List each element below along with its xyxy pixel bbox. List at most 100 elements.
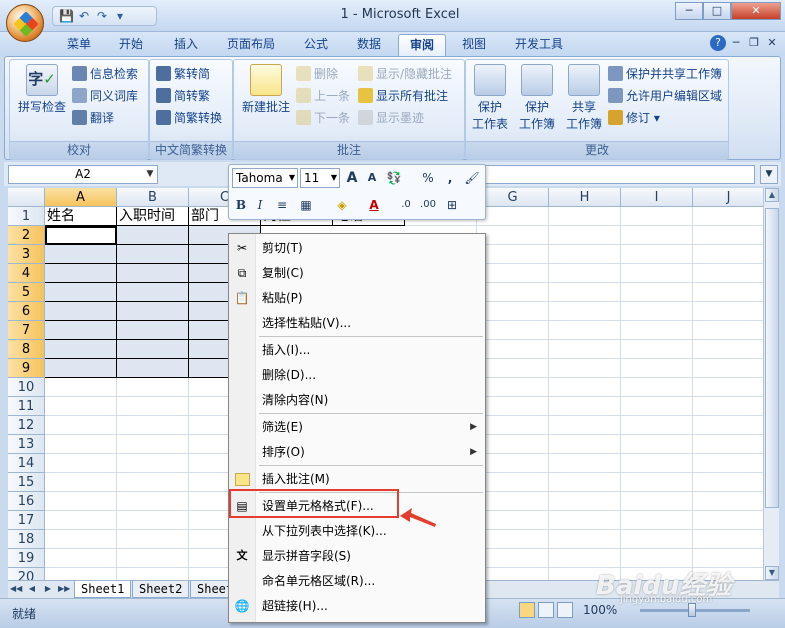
italic-icon[interactable]: I — [251, 196, 269, 214]
redo-icon[interactable]: ↷ — [95, 9, 109, 23]
row-header-18[interactable]: 18 — [8, 530, 45, 549]
row-header-12[interactable]: 12 — [8, 416, 45, 435]
row-header-17[interactable]: 17 — [8, 511, 45, 530]
delete-comment-button[interactable]: 删除 — [296, 64, 338, 84]
table-cell[interactable] — [117, 321, 189, 340]
simp-to-trad-button[interactable]: 简转繁 — [156, 86, 210, 106]
row-header-11[interactable]: 11 — [8, 397, 45, 416]
tab-view[interactable]: 视图 — [453, 34, 495, 56]
maximize-button[interactable]: □ — [703, 2, 731, 20]
menu-insert-comment[interactable]: 插入批注(M) — [229, 468, 485, 490]
column-header-a[interactable]: A — [45, 188, 117, 207]
scroll-up-icon[interactable]: ▲ — [765, 188, 779, 202]
help-icon[interactable]: ? — [710, 35, 726, 51]
protect-share-workbook-button[interactable]: 保护并共享工作簿 — [608, 64, 722, 84]
shrink-font-icon[interactable]: A — [363, 169, 381, 187]
menu-clear-contents[interactable]: 清除内容(N) — [229, 389, 485, 411]
table-cell[interactable] — [117, 245, 189, 264]
decrease-decimal-icon[interactable]: .00 — [419, 196, 437, 214]
thesaurus-button[interactable]: 同义词库 — [72, 86, 138, 106]
row-header-13[interactable]: 13 — [8, 435, 45, 454]
tab-menu[interactable]: 菜单 — [60, 34, 98, 56]
table-cell[interactable] — [45, 302, 117, 321]
protect-workbook-button[interactable]: 保护 工作簿 — [514, 64, 560, 132]
column-header-b[interactable]: B — [117, 188, 189, 207]
menu-name-range[interactable]: 命名单元格区域(R)... — [229, 570, 485, 592]
table-cell[interactable] — [45, 264, 117, 283]
save-icon[interactable]: 💾 — [59, 9, 74, 23]
tab-page-layout[interactable]: 页面布局 — [220, 34, 282, 56]
research-button[interactable]: 信息检索 — [72, 64, 138, 84]
table-cell[interactable] — [117, 302, 189, 321]
table-cell[interactable] — [45, 359, 117, 378]
sheet-tab-sheet2[interactable]: Sheet2 — [132, 581, 190, 598]
track-changes-button[interactable]: 修订 ▾ — [608, 108, 660, 128]
last-sheet-icon[interactable]: ▶▶ — [58, 583, 70, 595]
table-cell[interactable] — [45, 340, 117, 359]
row-header-15[interactable]: 15 — [8, 473, 45, 492]
menu-delete[interactable]: 删除(D)... — [229, 364, 485, 386]
row-header-8[interactable]: 8 — [8, 340, 45, 359]
row-header-5[interactable]: 5 — [8, 283, 45, 302]
center-align-icon[interactable]: ≡ — [273, 196, 291, 214]
row-header-7[interactable]: 7 — [8, 321, 45, 340]
cell-a1[interactable]: 姓名 — [45, 207, 117, 226]
column-header-h[interactable]: H — [549, 188, 621, 207]
page-layout-view-icon[interactable] — [538, 602, 554, 618]
customize-qat-icon[interactable]: ▾ — [113, 9, 127, 23]
zoom-level[interactable]: 100% — [583, 603, 617, 617]
column-header-j[interactable]: J — [693, 188, 763, 207]
spell-check-button[interactable]: 字✓ 拼写检查 — [14, 64, 70, 115]
show-hide-comment-button[interactable]: 显示/隐藏批注 — [358, 64, 452, 84]
share-workbook-button[interactable]: 共享 工作簿 — [562, 64, 606, 132]
row-header-9[interactable]: 9 — [8, 359, 45, 378]
tab-formulas[interactable]: 公式 — [295, 34, 337, 56]
menu-filter[interactable]: 筛选(E) ▶ — [229, 416, 485, 438]
wb-restore-icon[interactable]: ❐ — [746, 35, 762, 51]
menu-insert[interactable]: 插入(I)... — [229, 339, 485, 361]
zoom-slider-knob[interactable] — [688, 603, 696, 617]
row-header-4[interactable]: 4 — [8, 264, 45, 283]
vertical-scrollbar[interactable]: ▲ ▼ — [763, 188, 779, 580]
row-header-10[interactable]: 10 — [8, 378, 45, 397]
page-break-view-icon[interactable] — [557, 602, 573, 618]
trad-to-simp-button[interactable]: 繁转简 — [156, 64, 210, 84]
cell-a2-active[interactable] — [45, 226, 117, 245]
wb-close-icon[interactable]: ✕ — [764, 35, 780, 51]
merge-center-icon[interactable]: ⊞ — [443, 196, 461, 214]
table-cell[interactable] — [117, 340, 189, 359]
sheet-tab-sheet3[interactable]: Sheet3 — [190, 581, 230, 598]
table-cell[interactable] — [117, 283, 189, 302]
menu-sort[interactable]: 排序(O) ▶ — [229, 441, 485, 463]
format-painter-icon[interactable]: 🖌 — [463, 169, 481, 187]
office-button[interactable] — [6, 4, 44, 42]
undo-icon[interactable]: ↶ — [77, 9, 91, 23]
table-cell[interactable] — [45, 321, 117, 340]
table-cell[interactable] — [117, 359, 189, 378]
menu-paste-special[interactable]: 选择性粘贴(V)... — [229, 312, 485, 334]
menu-copy[interactable]: ⧉ 复制(C) — [229, 262, 485, 284]
table-cell[interactable] — [117, 264, 189, 283]
chinese-convert-button[interactable]: 简繁转换 — [156, 108, 222, 128]
row-header-6[interactable]: 6 — [8, 302, 45, 321]
show-ink-button[interactable]: 显示墨迹 — [358, 108, 424, 128]
name-box-dropdown-icon[interactable]: ▼ — [144, 166, 156, 183]
new-comment-button[interactable]: 新建批注 — [238, 64, 294, 115]
cell-b1[interactable]: 入职时间 — [117, 207, 189, 226]
prev-sheet-icon[interactable]: ◀ — [26, 583, 38, 595]
close-button[interactable]: ✕ — [731, 2, 781, 20]
fill-color-icon[interactable]: ◈ — [333, 196, 351, 214]
menu-paste[interactable]: 📋 粘贴(P) — [229, 287, 485, 309]
normal-view-icon[interactable] — [519, 602, 535, 618]
bold-icon[interactable]: B — [232, 196, 250, 214]
percent-style-icon[interactable]: % — [419, 169, 437, 187]
table-cell[interactable] — [45, 283, 117, 302]
tab-home[interactable]: 开始 — [110, 34, 152, 56]
tab-data[interactable]: 数据 — [348, 34, 390, 56]
sheet-tab-sheet1[interactable]: Sheet1 — [74, 581, 132, 598]
scroll-thumb[interactable] — [765, 208, 779, 508]
wb-minimize-icon[interactable]: ─ — [728, 35, 744, 51]
row-header-2[interactable]: 2 — [8, 226, 45, 245]
tab-review[interactable]: 审阅 — [398, 34, 446, 57]
comma-style-icon[interactable]: , — [441, 169, 459, 187]
